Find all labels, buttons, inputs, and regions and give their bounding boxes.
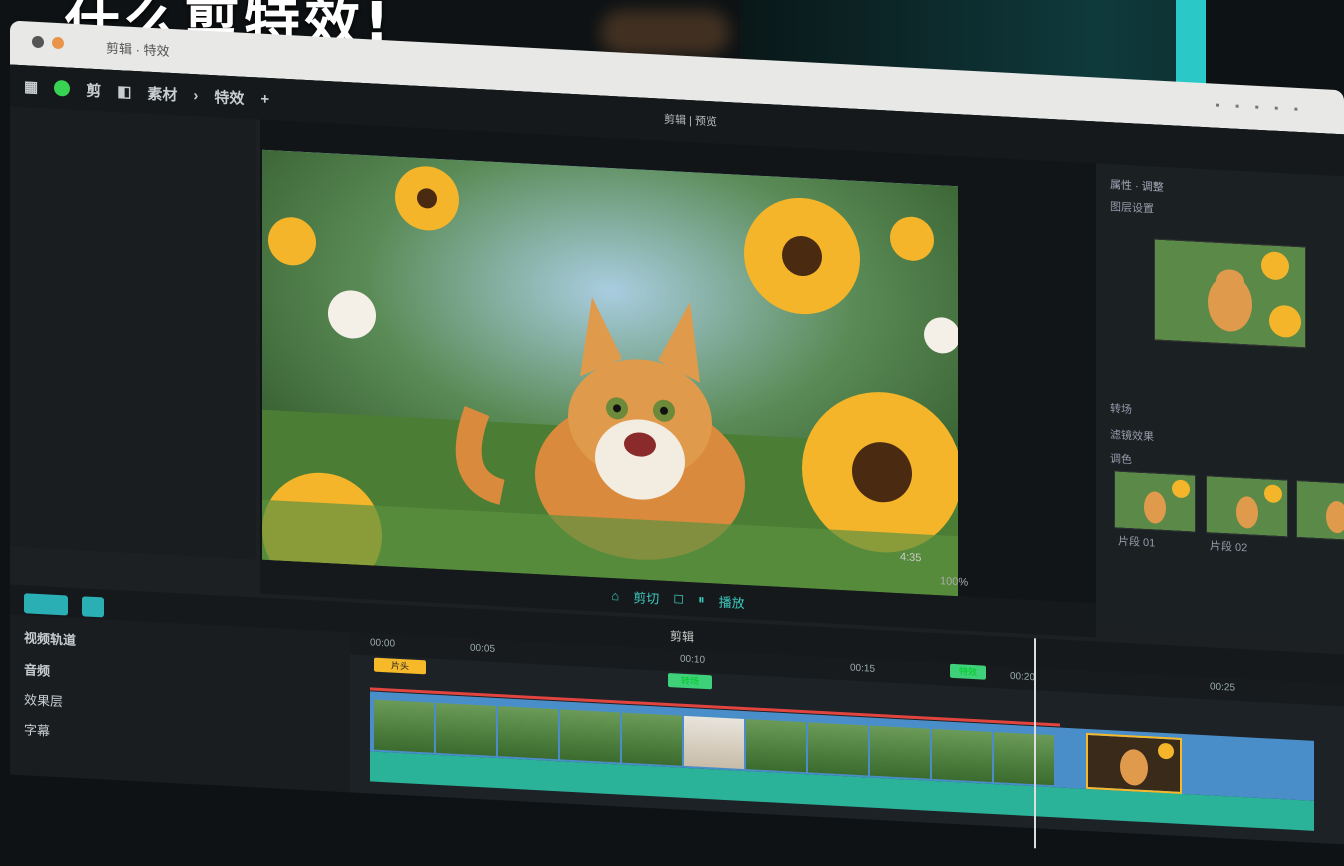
playhead[interactable] [1034,638,1036,849]
tab-label[interactable]: 剪辑 · 特效 [106,38,170,60]
timeline-mode-label[interactable]: 剪辑 [670,627,694,645]
marker-effect[interactable]: 特效 [950,663,986,680]
property-row[interactable]: 图层设置 [1110,198,1154,216]
clip-frame[interactable] [746,719,806,773]
clip-frame[interactable] [498,706,558,760]
media-button[interactable]: 素材 [147,82,177,105]
backdrop-light [600,10,730,55]
monitor-screen: 剪辑 · 特效 ▪ ▪ ▪ ▪ ▪ ▦ 剪 ◧ 素材 › 特效 + 剪辑 | 预… [0,20,1344,849]
cut-icon[interactable]: 剪 [86,79,101,101]
clip-frame[interactable] [870,725,930,779]
ruler-tick: 00:15 [850,662,876,675]
video-frame[interactable] [262,149,958,597]
edit-mode-button[interactable] [24,593,68,616]
marker-intro[interactable]: 片头 [374,657,426,675]
add-icon[interactable]: + [260,90,269,107]
property-row[interactable]: 滤镜效果 [1110,426,1154,444]
cat-scene-image [262,149,958,597]
track-headers: 视频轨道 音频 效果层 字幕 [10,614,350,793]
snap-toggle[interactable] [82,596,104,618]
home-icon[interactable]: ⌂ [611,588,619,603]
ruler-tick: 00:20 [1010,670,1036,684]
layers-icon[interactable]: ◧ [117,82,131,101]
clip-frame[interactable] [436,702,496,756]
property-row[interactable]: 转场 [1110,400,1132,417]
clip-frame[interactable] [622,712,682,766]
next-icon[interactable]: › [193,87,198,104]
track-label[interactable]: 视频轨道 [24,627,76,649]
play-button[interactable]: 播放 [719,591,745,611]
marker-transition[interactable]: 转场 [668,673,712,690]
app-title: 剪辑 | 预览 [664,113,717,129]
clip-thumbnail[interactable] [1114,470,1196,533]
clip-frame[interactable] [932,728,992,782]
clip-label: 片段 01 [1118,535,1156,550]
timecode: 4:35 [900,551,922,565]
ruler-tick: 00:10 [680,653,706,666]
pause-icon[interactable]: ⏸ [698,592,705,608]
track-label[interactable]: 字幕 [24,719,50,739]
track-label[interactable]: 效果层 [24,689,63,710]
clip-thumbnail[interactable] [1296,479,1344,543]
minimize-icon[interactable] [52,36,64,50]
preview-panel: 4:35 100% [260,119,1096,604]
cut-button[interactable]: 剪切 [633,587,659,607]
editor-app: ▦ 剪 ◧ 素材 › 特效 + 剪辑 | 预览 4:35 100% 属性 · 调… [10,64,1344,849]
media-panel [10,106,256,560]
record-dot[interactable] [54,79,71,97]
clip-frame[interactable] [374,699,434,753]
selected-clip[interactable] [1086,732,1182,794]
property-row[interactable]: 调色 [1110,450,1132,467]
ruler-tick: 00:00 [370,637,396,650]
clip-thumbnail[interactable] [1206,475,1288,538]
clip-label: 片段 02 [1210,540,1248,555]
clip-frame[interactable] [560,709,620,763]
clip-frame[interactable] [684,715,744,769]
ruler-tick: 00:05 [470,642,496,655]
titlebar-icons[interactable]: ▪ ▪ ▪ ▪ ▪ [1215,98,1304,117]
effects-button[interactable]: 特效 [214,86,244,109]
zoom-level[interactable]: 100% [940,575,968,588]
properties-panel: 属性 · 调整 图层设置 转场 滤镜效果 调色 片段 01 片段 02 [1100,163,1344,637]
ruler-tick: 00:25 [1210,681,1236,694]
clip-frame[interactable] [808,722,868,776]
track-label[interactable]: 音频 [24,659,50,679]
crop-icon[interactable]: ◻ [673,590,684,607]
grid-icon[interactable]: ▦ [24,77,38,96]
preview-thumbnail [1154,238,1306,349]
close-icon[interactable] [32,35,44,49]
panel-title: 属性 · 调整 [1110,179,1164,194]
clip-frame[interactable] [994,732,1054,786]
